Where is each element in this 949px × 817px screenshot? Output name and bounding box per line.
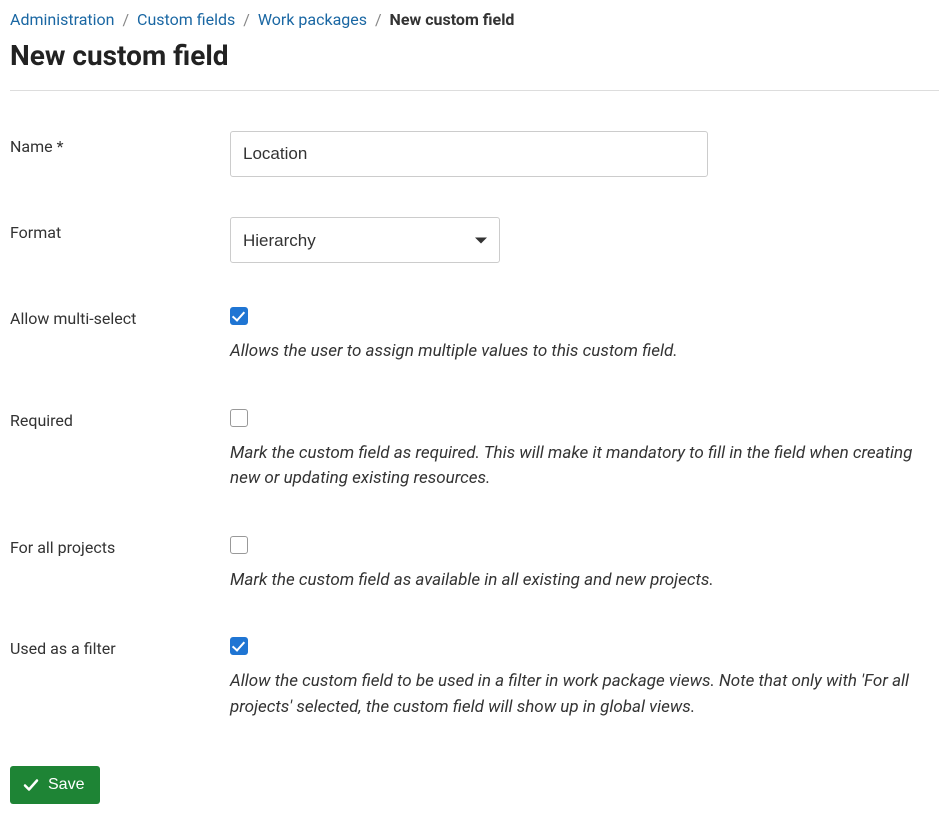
breadcrumb-link-administration[interactable]: Administration: [10, 10, 115, 29]
breadcrumb-separator: /: [243, 10, 250, 29]
allow-multi-select-help: Allows the user to assign multiple value…: [230, 339, 930, 365]
breadcrumb: Administration / Custom fields / Work pa…: [10, 10, 939, 29]
allow-multi-select-checkbox[interactable]: [230, 307, 248, 325]
used-as-filter-checkbox[interactable]: [230, 637, 248, 655]
breadcrumb-current: New custom field: [390, 10, 515, 29]
breadcrumb-link-custom-fields[interactable]: Custom fields: [137, 10, 235, 29]
breadcrumb-separator: /: [122, 10, 129, 29]
format-label: Format: [10, 217, 230, 242]
breadcrumb-link-work-packages[interactable]: Work packages: [258, 10, 367, 29]
required-help: Mark the custom field as required. This …: [230, 441, 930, 492]
for-all-projects-checkbox[interactable]: [230, 536, 248, 554]
check-icon: [22, 776, 40, 794]
custom-field-form: Name * Format Hierarchy Allow multi-sele…: [10, 131, 939, 804]
page-title: New custom field: [10, 39, 939, 72]
name-input[interactable]: [230, 131, 708, 177]
name-label: Name *: [10, 131, 230, 156]
save-button[interactable]: Save: [10, 766, 100, 804]
used-as-filter-label: Used as a filter: [10, 633, 230, 658]
required-label: Required: [10, 405, 230, 430]
used-as-filter-help: Allow the custom field to be used in a f…: [230, 669, 930, 720]
divider: [10, 90, 939, 91]
format-select[interactable]: Hierarchy: [230, 217, 500, 263]
breadcrumb-separator: /: [375, 10, 382, 29]
for-all-projects-help: Mark the custom field as available in al…: [230, 568, 930, 594]
save-button-label: Save: [48, 776, 84, 794]
required-checkbox[interactable]: [230, 409, 248, 427]
allow-multi-select-label: Allow multi-select: [10, 303, 230, 328]
for-all-projects-label: For all projects: [10, 532, 230, 557]
